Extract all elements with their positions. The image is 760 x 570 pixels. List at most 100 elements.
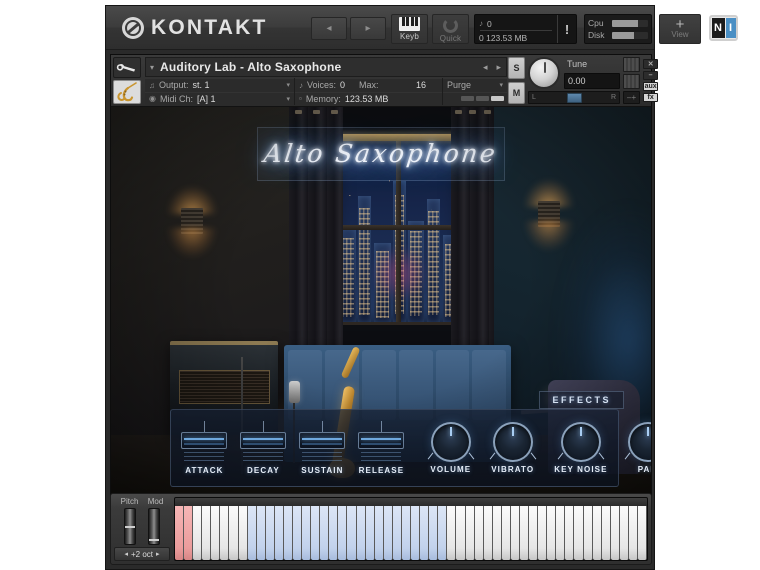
purge-label: Purge — [447, 80, 472, 91]
volume-plus-label: + — [631, 93, 637, 102]
slider-track[interactable] — [181, 421, 228, 463]
instrument-params-grid: ♫ Output: st. 1 ▾ ◉ Midi Ch: [A] 1 ▾ ♪ V… — [145, 78, 507, 105]
slider-decay[interactable]: DECAY — [240, 421, 287, 476]
fx-button[interactable]: fx — [643, 93, 659, 102]
octave-prev-icon[interactable]: ◂ — [124, 550, 128, 558]
voices-column: ♪ Voices: 0 Max: 16 ▫ Memory: 123.53 MB — [295, 78, 443, 105]
knob-dial[interactable] — [427, 422, 475, 463]
toolbar-view-toggles: Keyb Quick — [391, 14, 469, 44]
purge-row[interactable]: Purge ▾ — [443, 78, 507, 92]
cpu-label: Cpu — [588, 18, 604, 28]
memory-value: 0 123.53 MB — [479, 32, 528, 43]
slider-handle[interactable] — [240, 432, 287, 450]
knob-dial[interactable] — [557, 422, 605, 463]
slider-track[interactable] — [299, 421, 346, 463]
voices-row: ♪ Voices: 0 Max: 16 — [295, 78, 442, 92]
tune-value[interactable]: 0.00 — [564, 73, 620, 89]
aux-button[interactable]: aux — [643, 82, 659, 91]
disk-bar — [612, 31, 648, 39]
octave-next-icon[interactable]: ▸ — [156, 550, 160, 558]
slider-track[interactable] — [358, 421, 405, 463]
sax-neck — [340, 345, 361, 380]
wrench-icon-button[interactable] — [113, 57, 141, 78]
mod-wheel[interactable] — [148, 508, 160, 545]
knob-pan[interactable]: PAN — [624, 422, 651, 474]
output-dropdown-icon[interactable]: ▾ — [286, 81, 290, 89]
cpu-disk-panel: Cpu Disk — [584, 14, 652, 44]
instrument-title-row[interactable]: ▾ Auditory Lab - Alto Saxophone ◂ ▸ — [145, 57, 507, 77]
output-row[interactable]: ♫ Output: st. 1 ▾ — [145, 78, 294, 92]
view-button[interactable]: + View — [659, 14, 701, 44]
wheel-labels: Pitch Mod — [114, 497, 170, 506]
forward-button[interactable]: ▸ — [350, 17, 386, 40]
slider-release[interactable]: RELEASE — [358, 421, 405, 475]
slider-handle[interactable] — [181, 432, 228, 450]
slider-rails — [184, 452, 225, 462]
purge-column: Purge ▾ — [443, 78, 507, 105]
quick-button[interactable]: Quick — [432, 14, 469, 44]
pan-slider[interactable]: L R — [528, 91, 620, 104]
preset-next-button[interactable]: ▸ — [496, 62, 501, 73]
ni-badge-i: I — [725, 18, 736, 38]
memory-panel: ♪ 0 0 123.53 MB ! — [474, 14, 577, 44]
wall-sconce-left — [181, 208, 204, 235]
piano-keys-icon — [399, 17, 420, 31]
midi-label: Midi Ch: — [159, 93, 193, 104]
slider-handle[interactable] — [358, 432, 405, 450]
memory-value: 123.53 MB — [344, 93, 389, 104]
ni-badge[interactable]: N I — [709, 15, 738, 41]
curtain-rings — [289, 110, 343, 115]
purge-dropdown-icon[interactable]: ▾ — [499, 81, 503, 89]
keyb-button[interactable]: Keyb — [391, 14, 428, 44]
disk-meter: Disk — [588, 29, 648, 41]
octave-selector[interactable]: ◂ +2 oct ▸ — [114, 547, 170, 561]
envelope-sliders: ATTACK DECAY SUSTAIN RELEASE — [181, 421, 405, 476]
back-button[interactable]: ◂ — [311, 17, 347, 40]
knob-vibrato[interactable]: VIBRATO — [489, 422, 537, 474]
midi-icon: ◉ — [149, 94, 156, 104]
octave-value: +2 oct — [130, 549, 153, 559]
knob-key-noise[interactable]: KEY NOISE — [554, 422, 607, 474]
slider-sustain[interactable]: SUSTAIN — [299, 421, 346, 475]
purge-meters — [443, 91, 507, 105]
knob-ticks — [427, 448, 475, 462]
main-toolbar: KONTAKT ◂ ▸ Keyb Quick ♪ 0 0 123.53 MB !… — [106, 6, 738, 50]
macro-knobs: VOLUME VIBRATO KEY NOISE PA — [427, 422, 651, 474]
neon-title-text: Alto Saxophone — [262, 139, 500, 169]
knob-dial[interactable] — [489, 422, 537, 463]
tune-knob[interactable] — [528, 57, 560, 89]
instrument-gui: Alto Saxophone EFFECTS ATTACK DECAY SUST… — [111, 107, 651, 497]
black-keys[interactable] — [175, 506, 647, 544]
effects-tab[interactable]: EFFECTS — [539, 391, 624, 410]
slider-rails — [302, 452, 343, 462]
mute-button[interactable]: M — [508, 82, 525, 104]
solo-button[interactable]: S — [508, 57, 525, 79]
cpu-meter: Cpu — [588, 17, 648, 29]
minimize-button[interactable]: – — [643, 71, 659, 80]
memory-row: ▫ Memory: 123.53 MB — [295, 91, 442, 105]
midi-dropdown-icon[interactable]: ▾ — [286, 95, 290, 103]
slider-attack[interactable]: ATTACK — [181, 421, 228, 475]
wall-sconce-right — [537, 200, 560, 227]
close-button[interactable]: ✕ — [643, 59, 659, 69]
alert-button[interactable]: ! — [557, 15, 576, 43]
max-label: Max: — [359, 80, 379, 91]
slider-track[interactable] — [240, 421, 287, 463]
tune-section: Tune 0.00 L R — [528, 57, 620, 104]
keybed[interactable] — [174, 497, 648, 561]
knob-dial[interactable] — [624, 422, 651, 463]
saxophone-icon-button[interactable] — [113, 80, 141, 104]
slider-label: DECAY — [247, 466, 280, 476]
knob-label: KEY NOISE — [554, 465, 608, 475]
volume-slider[interactable]: – + — [623, 91, 641, 104]
knob-volume[interactable]: VOLUME — [427, 422, 475, 474]
slider-handle[interactable] — [299, 432, 346, 450]
preset-prev-button[interactable]: ◂ — [483, 62, 488, 73]
midi-channel-row[interactable]: ◉ Midi Ch: [A] 1 ▾ — [145, 91, 294, 105]
chevron-down-icon[interactable]: ▾ — [150, 63, 154, 72]
instrument-header: ▾ Auditory Lab - Alto Saxophone ◂ ▸ ♫ Ou… — [111, 55, 659, 107]
pan-handle[interactable] — [566, 92, 582, 103]
pitch-wheel[interactable] — [124, 508, 136, 545]
midi-value: [A] 1 — [197, 93, 216, 104]
solo-mute-column: S M — [508, 57, 525, 104]
